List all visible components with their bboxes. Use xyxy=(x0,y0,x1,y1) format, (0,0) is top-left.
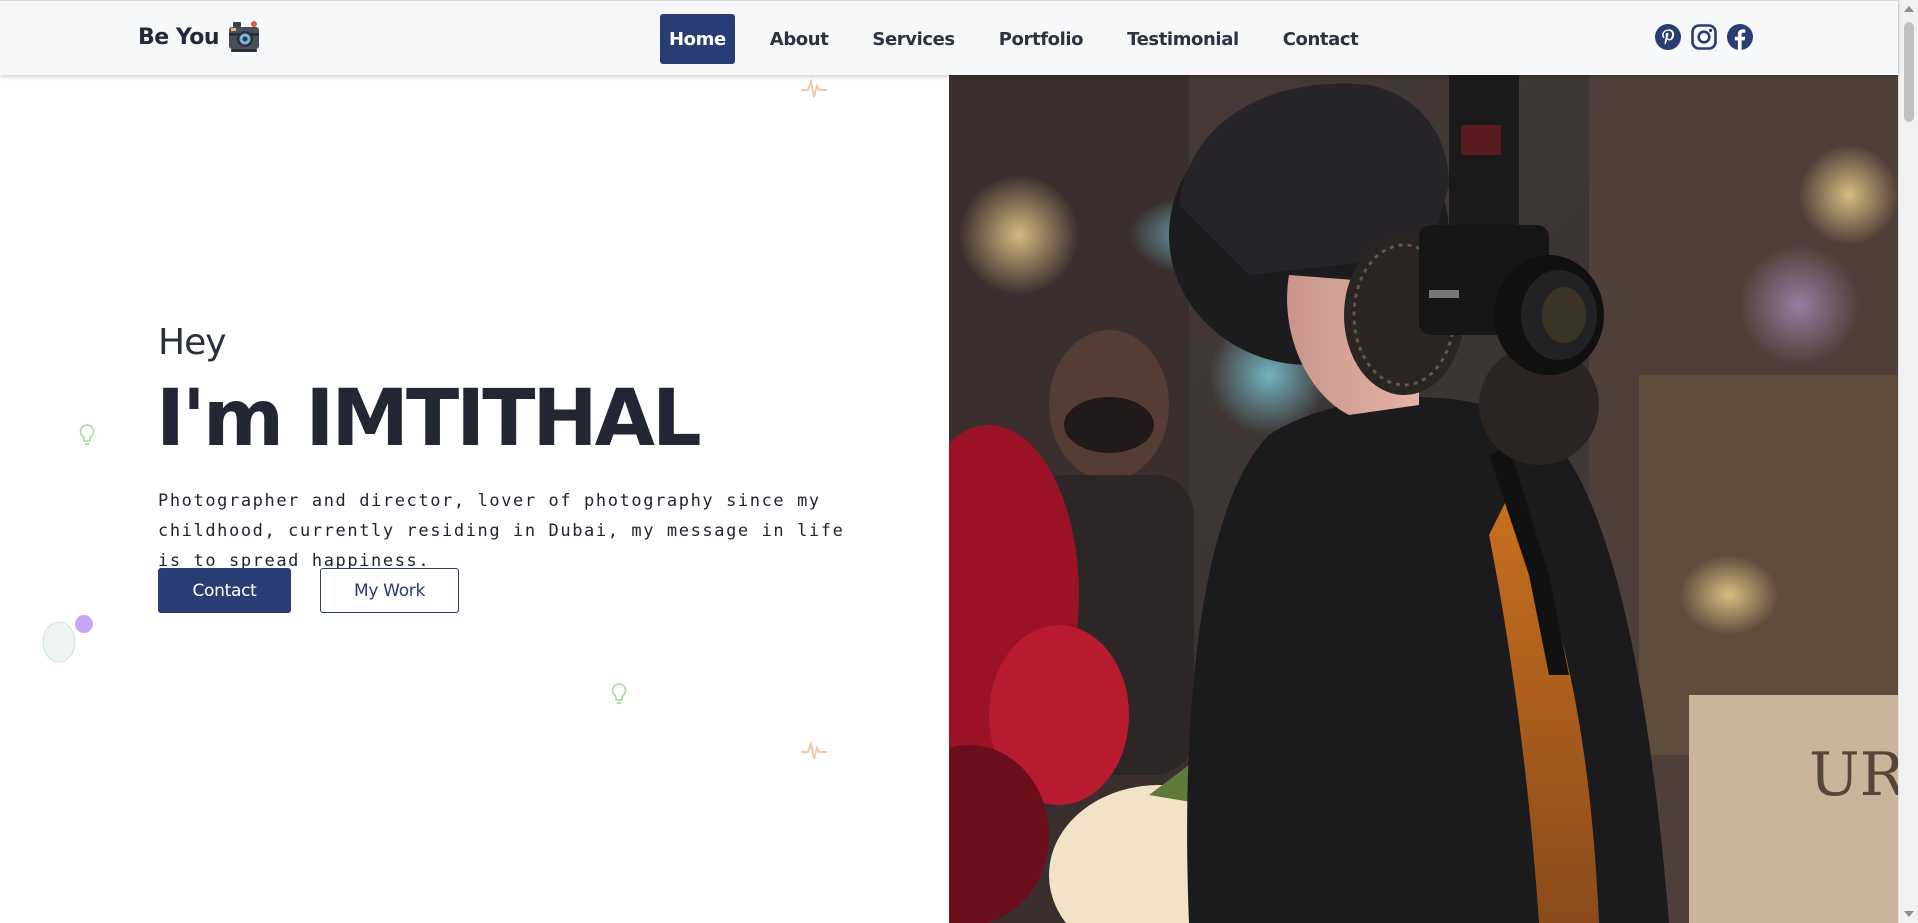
hero-name: I'm IMTITHAL xyxy=(156,374,702,464)
heartbeat-icon xyxy=(801,78,827,98)
bubble-shapes xyxy=(42,615,93,663)
svg-text:UR: UR xyxy=(1809,740,1898,810)
instagram-icon[interactable] xyxy=(1690,23,1718,51)
nav-testimonial[interactable]: Testimonial xyxy=(1118,14,1248,64)
navbar: Be You Home About Services Portfolio Tes… xyxy=(0,0,1898,75)
scroll-down-arrow-icon[interactable] xyxy=(1904,911,1914,917)
heartbeat-icon xyxy=(801,740,827,760)
brand-logo[interactable]: Be You xyxy=(138,19,261,55)
nav-home[interactable]: Home xyxy=(660,14,735,64)
facebook-icon[interactable] xyxy=(1726,23,1754,51)
hero-bio: Photographer and director, lover of phot… xyxy=(158,491,845,571)
brand-name: Be You xyxy=(138,24,220,50)
nav-menu: Home About Services Portfolio Testimonia… xyxy=(660,14,1393,64)
nav-contact[interactable]: Contact xyxy=(1274,14,1368,64)
my-work-button[interactable]: My Work xyxy=(320,568,459,613)
scroll-up-arrow-icon[interactable] xyxy=(1904,6,1914,12)
nav-portfolio[interactable]: Portfolio xyxy=(990,14,1092,64)
nav-services[interactable]: Services xyxy=(863,14,963,64)
lightbulb-icon xyxy=(611,683,627,704)
hero-photo: UR xyxy=(949,75,1898,923)
contact-button[interactable]: Contact xyxy=(158,568,291,613)
pinterest-icon[interactable] xyxy=(1654,23,1682,51)
page-scrollbar[interactable] xyxy=(1898,0,1918,923)
camera-icon xyxy=(229,21,260,52)
social-links xyxy=(1654,23,1762,51)
hero-greeting: Hey xyxy=(158,322,227,363)
scrollbar-thumb[interactable] xyxy=(1904,22,1914,122)
photographer-image: UR xyxy=(949,75,1898,923)
nav-about[interactable]: About xyxy=(761,14,838,64)
lightbulb-icon xyxy=(79,424,95,445)
